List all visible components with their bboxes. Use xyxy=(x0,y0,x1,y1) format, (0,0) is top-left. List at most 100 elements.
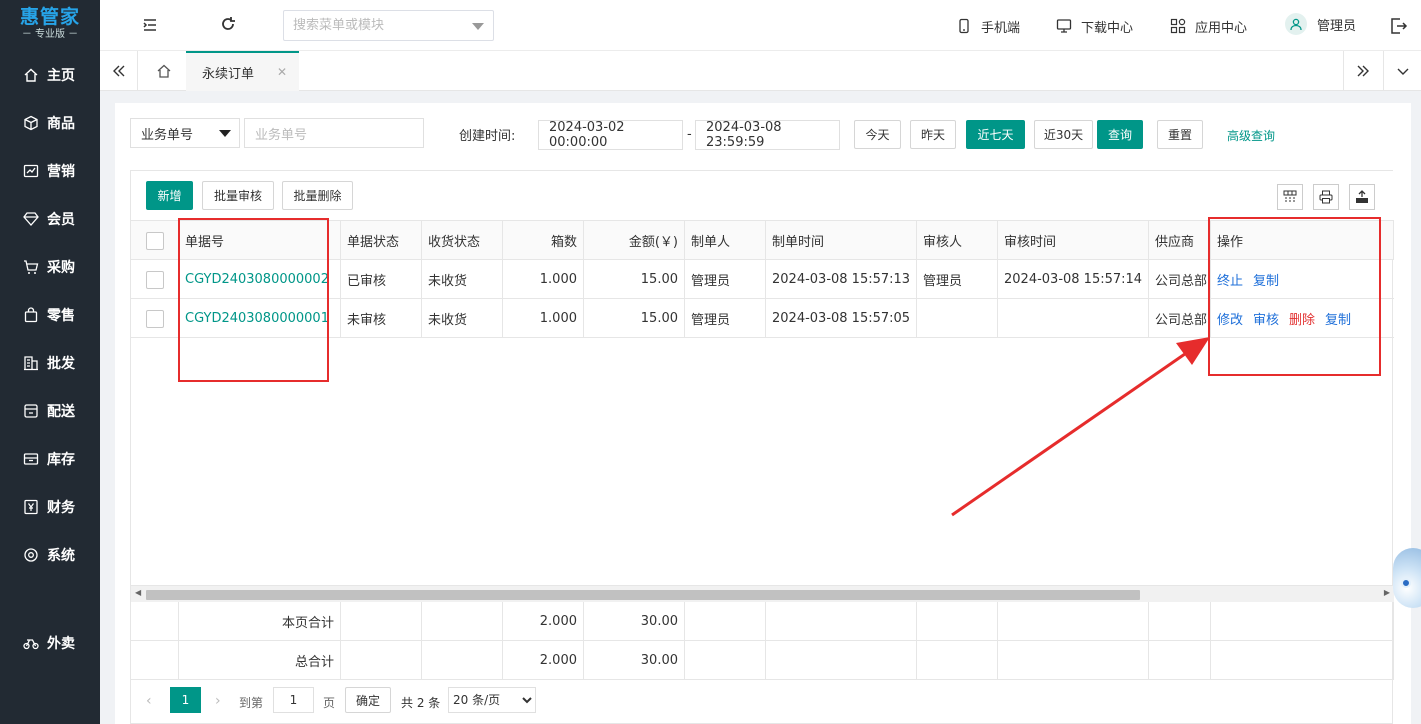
column-header[interactable]: 单据号 xyxy=(179,221,341,260)
row-actions: 终止 复制 xyxy=(1211,260,1394,299)
tab-perpetual-order[interactable]: 永续订单 ✕ xyxy=(186,51,299,91)
column-header[interactable]: 单据状态 xyxy=(341,221,422,260)
menu-search-input[interactable] xyxy=(284,11,464,40)
column-header[interactable]: 审核人 xyxy=(917,221,998,260)
download-center-link[interactable]: 下载中心 xyxy=(1056,16,1133,36)
action-link[interactable]: 终止 xyxy=(1217,270,1243,289)
building-icon xyxy=(24,356,38,371)
doc-number-input[interactable]: 业务单号 xyxy=(244,118,424,148)
action-link[interactable]: 审核 xyxy=(1253,309,1279,328)
scroll-left-icon[interactable]: ◀ xyxy=(135,588,141,597)
logout-icon[interactable] xyxy=(1388,16,1408,36)
sidebar-item-settings[interactable]: 系统 xyxy=(0,540,100,570)
row-checkbox[interactable] xyxy=(145,270,164,289)
sidebar-item-building[interactable]: 批发 xyxy=(0,348,100,378)
column-header[interactable]: 制单时间 xyxy=(766,221,917,260)
totals-blank xyxy=(1211,602,1394,641)
menu-search[interactable] xyxy=(283,10,494,41)
pagination: ‹ 1 › 到第 1 页 确定 共 2 条 10 条/页20 条/页50 条/页 xyxy=(131,681,1394,724)
action-link[interactable]: 复制 xyxy=(1253,270,1279,289)
column-header[interactable]: 制单人 xyxy=(685,221,766,260)
totals-blank xyxy=(131,641,179,680)
horizontal-scrollbar[interactable]: ◀ ▶ xyxy=(131,585,1394,602)
reset-button[interactable]: 重置 xyxy=(1157,120,1203,149)
column-header[interactable]: 操作 xyxy=(1211,221,1394,260)
sidebar-item-box[interactable]: 库存 xyxy=(0,444,100,474)
close-icon[interactable]: ✕ xyxy=(277,65,287,79)
user-menu[interactable]: 管理员 xyxy=(1285,13,1356,35)
sidebar-item-label: 外卖 xyxy=(47,636,75,652)
sidebar-item-label: 采购 xyxy=(47,260,75,276)
chevron-down-icon[interactable] xyxy=(472,23,484,30)
sidebar-item-bike[interactable]: 外卖 xyxy=(0,628,100,658)
export-button[interactable] xyxy=(1349,184,1375,210)
totals-blank xyxy=(917,641,998,680)
brand-logo[interactable]: 惠管家 － 专业版 － xyxy=(0,0,100,50)
table-row[interactable]: CGYD2403080000001 未审核 未收货 1.000 15.00 管理员 2024… xyxy=(131,299,1394,338)
tab-scroll-right-button[interactable] xyxy=(1343,51,1381,91)
page-number-input[interactable]: 1 xyxy=(273,687,314,713)
totals-boxes: 2.000 xyxy=(503,602,584,641)
sidebar-item-yen[interactable]: 财务 xyxy=(0,492,100,522)
mobile-link[interactable]: 手机端 xyxy=(956,16,1020,36)
table-row[interactable]: CGYD2403080000002 已审核 未收货 1.000 15.00 管理员 2024… xyxy=(131,260,1394,299)
add-button[interactable]: 新增 xyxy=(146,181,193,210)
batch-audit-button[interactable]: 批量审核 xyxy=(202,181,274,210)
column-header[interactable]: 金额(￥) xyxy=(584,221,685,260)
start-date-input[interactable]: 2024-03-02 00:00:00 xyxy=(538,120,683,150)
sidebar-item-cart[interactable]: 采购 xyxy=(0,252,100,282)
main-content: 业务单号 业务单号 创建时间: 2024-03-02 00:00:00 - 20… xyxy=(115,103,1411,724)
last-7-days-button[interactable]: 近七天 xyxy=(966,120,1025,149)
tab-menu-button[interactable] xyxy=(1383,51,1421,91)
cell-no[interactable]: CGYD2403080000001 xyxy=(179,299,341,338)
today-button[interactable]: 今天 xyxy=(854,120,901,149)
prev-page-icon[interactable]: ‹ xyxy=(146,693,152,709)
cell-no[interactable]: CGYD2403080000002 xyxy=(179,260,341,299)
row-checkbox[interactable] xyxy=(145,309,164,328)
column-header[interactable]: 收货状态 xyxy=(422,221,503,260)
batch-delete-button[interactable]: 批量删除 xyxy=(282,181,353,210)
goto-confirm-button[interactable]: 确定 xyxy=(345,687,391,713)
sidebar-item-home[interactable]: 主页 xyxy=(0,60,100,90)
column-header[interactable]: 箱数 xyxy=(503,221,584,260)
page-size-select[interactable]: 10 条/页20 条/页50 条/页 xyxy=(448,687,536,713)
advanced-search-link[interactable]: 高级查询 xyxy=(1227,127,1275,144)
sidebar-item-chart[interactable]: 营销 xyxy=(0,156,100,186)
doc-type-select[interactable]: 业务单号 xyxy=(130,118,240,148)
settings-icon xyxy=(24,548,38,562)
cell-amount: 15.00 xyxy=(584,299,685,338)
sidebar-item-label: 系统 xyxy=(47,548,75,564)
scroll-right-icon[interactable]: ▶ xyxy=(1384,588,1390,597)
end-date-input[interactable]: 2024-03-08 23:59:59 xyxy=(695,120,840,150)
column-header[interactable]: 审核时间 xyxy=(998,221,1149,260)
next-page-icon[interactable]: › xyxy=(215,693,221,709)
column-header[interactable]: 供应商 xyxy=(1149,221,1211,260)
action-link[interactable]: 复制 xyxy=(1325,309,1351,328)
cart-icon xyxy=(24,260,39,274)
last-30-days-button[interactable]: 近30天 xyxy=(1034,120,1093,149)
cell-recv: 未收货 xyxy=(422,260,503,299)
select-all-checkbox[interactable] xyxy=(145,231,164,250)
sidebar-item-store[interactable]: 配送 xyxy=(0,396,100,426)
sidebar-item-bag[interactable]: 零售 xyxy=(0,300,100,330)
assistant-float-icon[interactable] xyxy=(1393,548,1421,608)
monitor-icon xyxy=(1056,19,1072,33)
app-center-link[interactable]: 应用中心 xyxy=(1170,16,1247,36)
sidebar-item-cube[interactable]: 商品 xyxy=(0,108,100,138)
totals-label: 本页合计 xyxy=(179,602,341,641)
cell-status: 未审核 xyxy=(341,299,422,338)
action-link[interactable]: 删除 xyxy=(1289,309,1315,328)
tab-home[interactable] xyxy=(144,51,184,91)
action-link[interactable]: 修改 xyxy=(1217,309,1243,328)
scroll-thumb[interactable] xyxy=(146,590,1140,600)
columns-button[interactable] xyxy=(1277,184,1303,210)
query-button[interactable]: 查询 xyxy=(1097,120,1143,149)
current-page[interactable]: 1 xyxy=(170,687,201,713)
refresh-icon[interactable] xyxy=(218,15,238,35)
menu-toggle-icon[interactable] xyxy=(140,15,160,35)
sidebar-item-diamond[interactable]: 会员 xyxy=(0,204,100,234)
print-button[interactable] xyxy=(1313,184,1339,210)
totals-blank xyxy=(422,602,503,641)
yesterday-button[interactable]: 昨天 xyxy=(910,120,956,149)
tab-scroll-left-button[interactable] xyxy=(100,51,138,91)
